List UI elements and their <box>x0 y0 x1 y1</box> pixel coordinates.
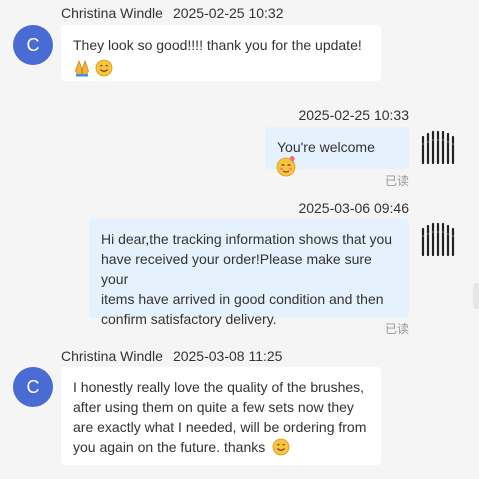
message-text: You're welcome <box>277 139 375 155</box>
avatar[interactable]: C <box>13 367 53 407</box>
message-time: 2025-03-08 11:25 <box>172 348 283 364</box>
message-time: 2025-02-25 10:33 <box>298 107 409 123</box>
message-time: 2025-02-25 10:32 <box>172 5 284 21</box>
message-line: confirm satisfactory delivery. <box>101 311 277 327</box>
sender-name: Christina Windle <box>61 348 163 364</box>
message-line: are exactly what I needed, will be order… <box>73 419 367 435</box>
outgoing-message-bubble: You're welcome <box>265 127 409 177</box>
incoming-message-bubble: They look so good!!!! thank you for the … <box>61 25 381 81</box>
avatar-letter: C <box>26 35 40 55</box>
message-text: They look so good!!!! thank you for the … <box>73 37 362 53</box>
message-line: after using them on quite a few sets now… <box>73 399 354 415</box>
smiling-face-emoji <box>272 438 290 456</box>
brush-avatar[interactable] <box>420 129 456 165</box>
sender-name: Christina Windle <box>61 5 163 21</box>
message-time: 2025-03-06 09:46 <box>298 200 409 216</box>
message-line: I honestly really love the quality of th… <box>73 379 365 395</box>
read-status: 已读 <box>384 322 409 336</box>
side-panel-toggle[interactable] <box>473 283 479 309</box>
blushing-face-emoji <box>276 156 296 177</box>
avatar-letter: C <box>26 377 40 397</box>
outgoing-message-bubble: Hi dear,the tracking information shows t… <box>89 219 409 327</box>
message-header: Christina Windle 2025-02-25 10:32 <box>61 5 283 21</box>
message-line: you again on the future. thanks <box>73 439 266 455</box>
message-line: Hi dear,the tracking information shows t… <box>101 231 393 247</box>
avatar[interactable]: C <box>13 25 53 65</box>
smiling-face-emoji <box>95 59 113 77</box>
folded-hands-emoji <box>75 60 89 77</box>
read-status: 已读 <box>384 174 409 188</box>
message-line: have received your order!Please make sur… <box>101 251 372 287</box>
message-line: items have arrived in good condition and… <box>101 291 384 307</box>
brush-avatar[interactable] <box>420 221 456 257</box>
incoming-message-bubble: I honestly really love the quality of th… <box>61 367 381 465</box>
message-header: Christina Windle 2025-03-08 11:25 <box>61 348 282 364</box>
